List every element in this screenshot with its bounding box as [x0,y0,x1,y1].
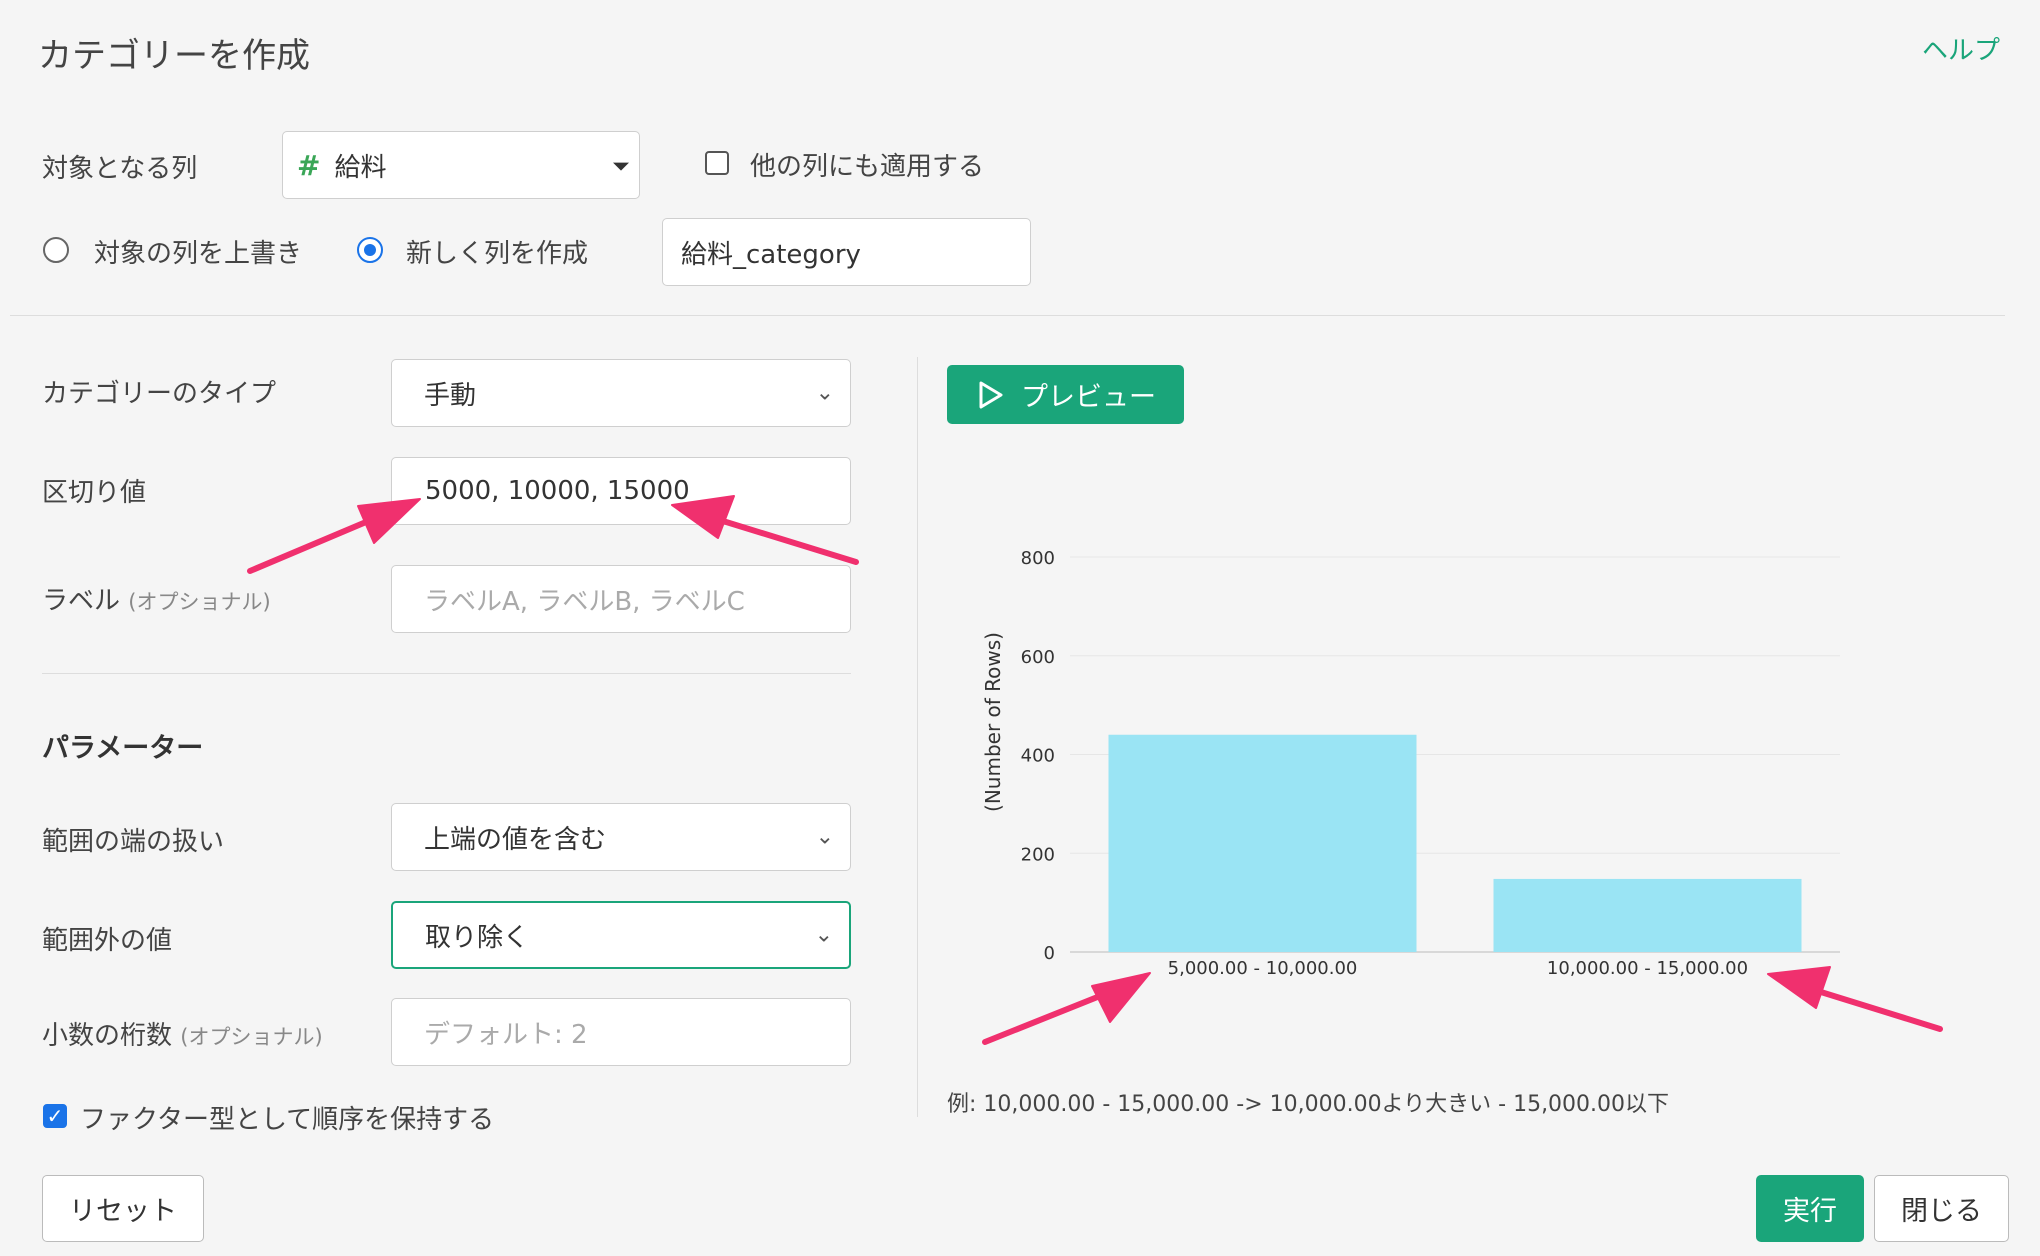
chart-bar [1108,734,1417,952]
play-icon [979,381,1003,408]
breaks-input[interactable]: 5000, 10000, 15000 [391,457,851,525]
y-tick-label: 800 [1021,548,1055,569]
labels-optional-text: (オプショナル) [128,590,271,614]
outside-values-value: 取り除く [425,922,530,953]
apply-other-checkbox[interactable] [705,151,729,175]
close-button[interactable]: 閉じる [1874,1175,2009,1242]
category-type-select[interactable]: 手動 ⌄ [391,359,851,427]
chart-x-ticks: 5,000.00 - 10,000.00 10,000.00 - 15,000.0… [1168,958,1748,979]
edge-handling-select[interactable]: 上端の値を含む ⌄ [391,803,851,871]
apply-other-label: 他の列にも適用する [750,152,985,182]
chevron-down-icon: ⌄ [815,380,834,406]
overwrite-radio[interactable] [43,237,69,263]
dialog-title: カテゴリーを作成 [38,36,310,76]
edge-handling-value: 上端の値を含む [424,824,607,855]
decimal-digits-label: 小数の桁数 (オプショナル) [42,1015,323,1052]
divider-form [42,673,851,674]
chart-y-ticks: 0 200 400 600 800 [1021,548,1055,964]
target-column-select[interactable]: # 給料 [282,131,640,199]
y-tick-label: 0 [1044,943,1055,964]
factor-order-checkbox[interactable]: ✓ [43,1104,67,1128]
edge-handling-label: 範囲の端の扱い [42,827,225,857]
target-column-value: 給料 [334,152,387,183]
preview-button-label: プレビュー [1021,382,1156,413]
x-tick-label: 10,000.00 - 15,000.00 [1547,958,1748,979]
panel-divider [917,357,918,1117]
outside-values-label: 範囲外の値 [42,926,173,956]
category-type-label: カテゴリーのタイプ [42,379,277,409]
chart-bars [1108,734,1802,952]
numeric-type-icon: # [297,148,321,182]
parameters-heading: パラメーター [42,733,204,764]
labels-input[interactable]: ラベルA, ラベルB, ラベルC [391,565,851,633]
y-tick-label: 200 [1021,844,1055,865]
x-tick-label: 5,000.00 - 10,000.00 [1168,958,1358,979]
labels-label: ラベル (オプショナル) [42,580,271,617]
decimal-digits-optional-text: (オプショナル) [180,1025,323,1049]
overwrite-label: 対象の列を上書き [94,239,303,269]
decimal-digits-input[interactable]: デフォルト: 2 [391,998,851,1066]
bar-chart: 0 200 400 600 800 5,000.00 - 10,000.00 10,000… [981,548,1840,979]
new-column-name-input[interactable]: 給料_category [662,218,1031,286]
chevron-down-icon: ⌄ [814,922,833,948]
help-link[interactable]: ヘルプ [1922,30,2000,67]
labels-label-text: ラベル [42,586,121,616]
preview-button[interactable]: プレビュー [947,365,1184,424]
chart-bar [1493,878,1802,952]
breaks-label: 区切り値 [42,478,147,508]
example-note: 例: 10,000.00 - 15,000.00 -> 10,000.00より大… [947,1092,1670,1117]
target-column-label: 対象となる列 [42,154,198,184]
factor-order-label: ファクター型として順序を保持する [80,1105,495,1135]
run-button[interactable]: 実行 [1756,1175,1864,1242]
reset-button[interactable]: リセット [42,1175,204,1242]
category-type-value: 手動 [424,380,477,411]
decimal-digits-label-text: 小数の桁数 [42,1021,173,1051]
y-axis-label: (Number of Rows) [981,632,1005,812]
new-column-radio[interactable] [357,237,383,263]
y-tick-label: 600 [1021,647,1055,668]
new-column-label: 新しく列を作成 [406,239,589,269]
divider-top [10,315,2005,316]
chevron-down-icon: ⌄ [815,824,834,850]
y-tick-label: 400 [1021,746,1055,767]
dropdown-caret-icon [613,162,629,171]
outside-values-select[interactable]: 取り除く ⌄ [391,901,851,969]
